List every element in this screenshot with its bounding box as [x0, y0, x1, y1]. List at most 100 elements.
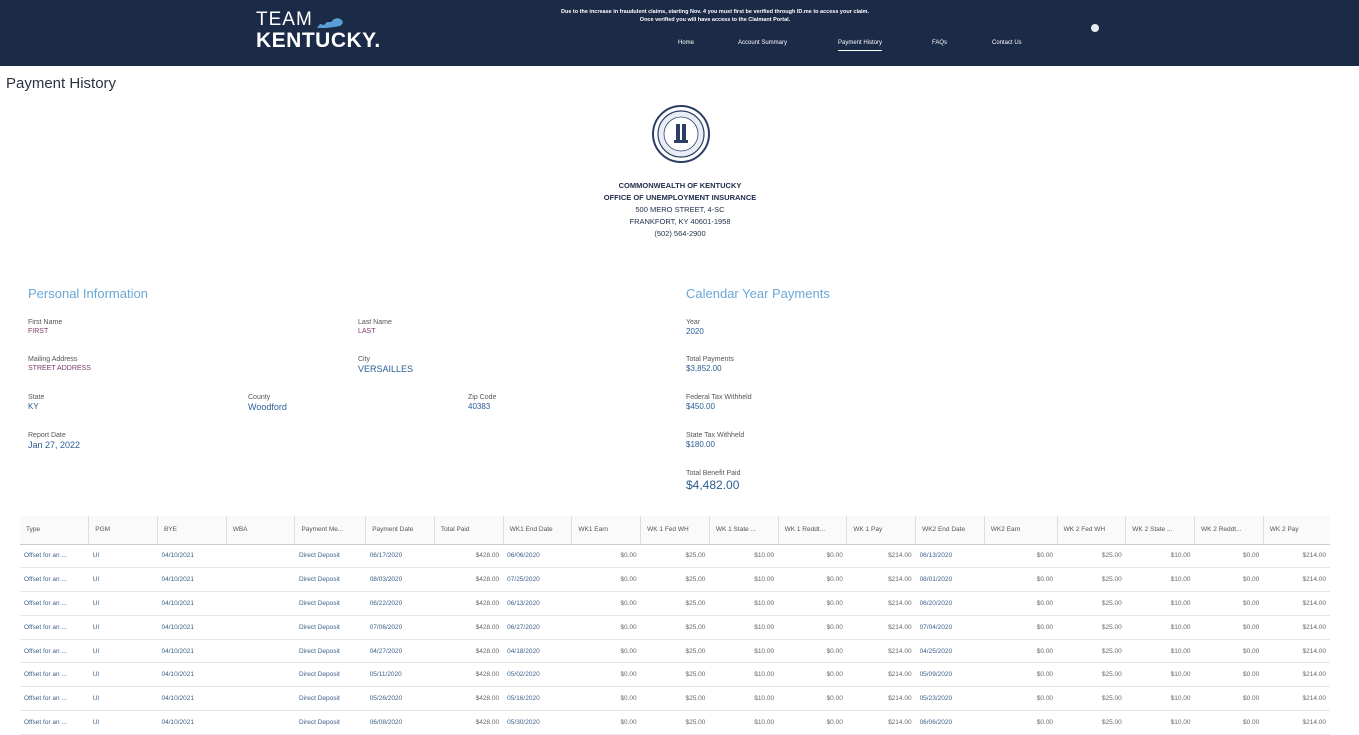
table-row[interactable]: Offset for an ... UI 04/10/2021 Direct Depo…	[20, 567, 1330, 593]
table-cell: $25.00	[640, 591, 710, 616]
table-cell: $428.00	[434, 544, 504, 569]
mailing-address-value: STREET ADDRESS	[28, 365, 91, 372]
nav-account-summary[interactable]: Account Summary	[738, 40, 787, 46]
table-cell: $0.00	[1194, 591, 1264, 616]
column-header[interactable]: WK1 Earn	[571, 516, 641, 545]
table-cell: $0.00	[984, 710, 1058, 735]
table-cell: $0.00	[571, 639, 641, 664]
table-cell: $0.00	[778, 615, 847, 640]
table-row[interactable]: Offset for an ... UI 04/10/2021 Direct Depo…	[20, 710, 1330, 735]
column-header[interactable]: WK 1 Pay	[846, 516, 916, 545]
table-cell: 04/25/2020	[915, 639, 985, 664]
table-cell: $0.00	[571, 662, 641, 688]
federal-tax-field: Federal Tax Withheld $450.00	[686, 393, 752, 412]
table-cell: $214.00	[846, 591, 916, 616]
table-cell: $10.00	[1125, 567, 1195, 593]
total-payments-field: Total Payments $3,852.00	[686, 355, 734, 374]
table-cell	[226, 567, 295, 593]
table-cell	[226, 686, 295, 712]
table-cell: 04/10/2021	[157, 544, 227, 569]
column-header[interactable]: PGM	[88, 516, 158, 545]
table-cell: $0.00	[571, 567, 641, 593]
city-value: VERSAILLES	[358, 364, 414, 374]
column-header[interactable]: WK 2 Fed WH	[1056, 516, 1126, 545]
office-line-4: FRANKFORT, KY 40601-1958	[629, 217, 731, 226]
table-cell: $10.00	[1125, 591, 1195, 616]
table-cell: $214.00	[846, 662, 916, 688]
table-cell: Offset for an ...	[20, 591, 89, 616]
table-cell: $0.00	[984, 567, 1058, 593]
table-cell: Offset for an ...	[20, 615, 89, 640]
table-cell: Offset for an ...	[20, 710, 89, 735]
table-cell: 04/10/2021	[157, 662, 227, 688]
table-cell: 04/10/2021	[157, 591, 227, 616]
table-cell: $0.00	[571, 544, 641, 569]
last-name-label: Last Name	[358, 319, 392, 326]
column-header[interactable]: Payment Date	[365, 516, 435, 545]
table-row[interactable]: Offset for an ... UI 04/10/2021 Direct Depo…	[20, 615, 1330, 640]
column-header[interactable]: WK2 Earn	[983, 516, 1058, 545]
table-cell: Offset for an ...	[20, 686, 89, 712]
table-cell: $214.00	[846, 686, 916, 712]
table-cell: 08/01/2020	[915, 567, 985, 593]
team-kentucky-logo[interactable]: TEAM KENTUCKY.	[256, 10, 381, 51]
table-cell: UI	[88, 662, 158, 688]
kentucky-seal-icon	[652, 105, 710, 163]
column-header[interactable]: WK 2 Pay	[1262, 516, 1330, 545]
column-header[interactable]: WK1 End Date	[502, 516, 572, 545]
table-cell: $214.00	[1263, 591, 1330, 616]
table-cell: 04/27/2020	[365, 639, 435, 664]
county-label: County	[248, 394, 271, 401]
table-cell: 04/10/2021	[157, 710, 227, 735]
table-cell: 05/02/2020	[503, 662, 572, 688]
table-cell: $0.00	[1194, 544, 1264, 569]
column-header[interactable]: WK 1 State ...	[708, 516, 779, 545]
office-line-2: OFFICE OF UNEMPLOYMENT INSURANCE	[603, 193, 757, 202]
mailing-address-field: Mailing Address STREET ADDRESS	[28, 355, 91, 374]
table-cell: $0.00	[1194, 639, 1264, 664]
table-cell: UI	[88, 544, 158, 569]
column-header[interactable]: WBA	[225, 516, 295, 545]
table-cell: $10.00	[1125, 686, 1195, 712]
table-cell: 05/23/2020	[915, 686, 985, 712]
table-cell: UI	[88, 639, 158, 664]
nav-faqs[interactable]: FAQs	[932, 40, 947, 46]
table-cell: $10.00	[1125, 662, 1195, 688]
column-header[interactable]: WK2 End Date	[915, 516, 985, 545]
column-header[interactable]: WK 2 State ...	[1125, 516, 1195, 545]
state-value: KY	[28, 402, 39, 411]
column-header[interactable]: BYE	[156, 516, 227, 545]
table-cell: $214.00	[1263, 544, 1330, 569]
user-avatar-icon[interactable]	[1091, 24, 1099, 32]
report-date-label: Report Date	[28, 432, 66, 439]
year-field: Year 2020	[686, 318, 704, 337]
notice-line-2: Once verified you will have access to th…	[639, 17, 791, 23]
table-cell: $10.00	[709, 710, 779, 735]
table-cell: $10.00	[1125, 615, 1195, 640]
table-cell: $214.00	[846, 567, 916, 593]
office-line-3: 500 MERO STREET, 4-SC	[635, 205, 725, 214]
table-cell: $10.00	[709, 662, 779, 688]
table-cell: $25.00	[640, 639, 710, 664]
report-date-field: Report Date Jan 27, 2022	[28, 431, 80, 450]
table-row[interactable]: Offset for an ... UI 04/10/2021 Direct Depo…	[20, 544, 1330, 569]
nav-payment-history[interactable]: Payment History	[838, 40, 883, 51]
nav-contact-us[interactable]: Contact Us	[992, 40, 1022, 46]
column-header[interactable]: WK 1 Fed WH	[640, 516, 710, 545]
payment-history-table: Type PGM BYE WBA Payment Me... Payment Date To…	[20, 516, 1330, 735]
column-header[interactable]: Type	[20, 516, 89, 545]
zip-code-field: Zip Code 40383	[468, 393, 496, 412]
table-row[interactable]: Offset for an ... UI 04/10/2021 Direct Depo…	[20, 591, 1330, 616]
column-header[interactable]: WK 1 Reddt...	[777, 516, 847, 545]
table-row[interactable]: Offset for an ... UI 04/10/2021 Direct Depo…	[20, 662, 1330, 688]
table-cell: $214.00	[846, 544, 916, 569]
zip-code-value: 40383	[468, 402, 491, 411]
table-row[interactable]: Offset for an ... UI 04/10/2021 Direct Depo…	[20, 639, 1330, 664]
table-cell: $25.00	[1057, 544, 1126, 569]
column-header[interactable]: Payment Me...	[294, 516, 366, 545]
table-cell: $0.00	[778, 567, 847, 593]
column-header[interactable]: WK 2 Reddt...	[1194, 516, 1264, 545]
column-header[interactable]: Total Paid	[433, 516, 504, 545]
nav-home[interactable]: Home	[678, 40, 694, 46]
table-row[interactable]: Offset for an ... UI 04/10/2021 Direct Depo…	[20, 686, 1330, 712]
